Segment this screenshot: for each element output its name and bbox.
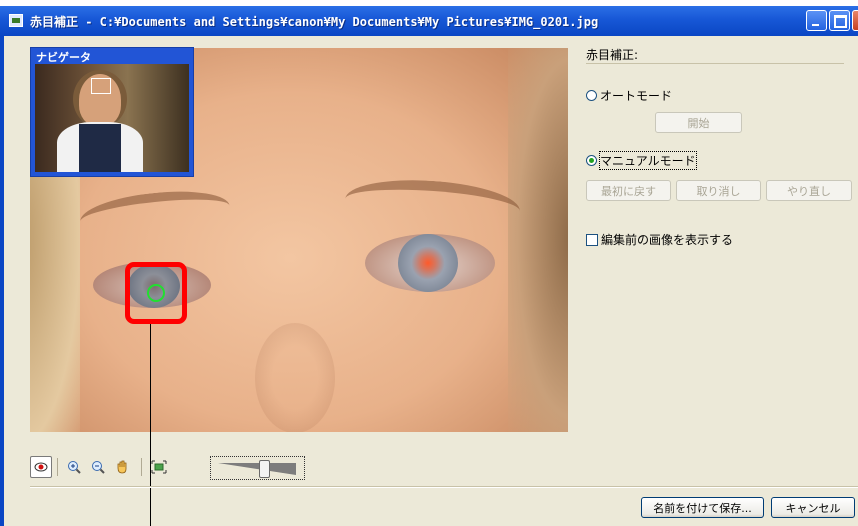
- navigator-title: ナビゲータ: [36, 51, 91, 64]
- app-image-icon: [9, 14, 23, 27]
- close-icon[interactable]: [852, 10, 858, 31]
- brush-size-slider[interactable]: [210, 456, 305, 480]
- manual-mode-label[interactable]: マニュアルモード: [599, 151, 697, 170]
- cancel-button[interactable]: キャンセル: [771, 497, 855, 518]
- red-eye-tool-icon[interactable]: [30, 456, 52, 478]
- show-original-checkbox[interactable]: [586, 233, 598, 246]
- panel-heading-rule: [586, 63, 844, 64]
- save-as-button[interactable]: 名前を付けて保存...: [641, 497, 764, 518]
- correction-target-ring[interactable]: [147, 284, 165, 302]
- thumbnail-vest: [79, 124, 121, 172]
- photo-eyebrow-left: [78, 185, 232, 242]
- navigator-thumbnail[interactable]: [35, 64, 189, 172]
- fit-to-window-icon[interactable]: [148, 456, 170, 478]
- start-button[interactable]: 開始: [655, 112, 742, 133]
- slider-thumb[interactable]: [259, 460, 270, 478]
- hand-pan-icon[interactable]: [111, 456, 133, 478]
- manual-mode-radio[interactable]: [586, 155, 597, 166]
- auto-mode-radio-row[interactable]: オートモード: [586, 87, 672, 104]
- callout-line: [150, 324, 151, 526]
- reset-button[interactable]: 最初に戻す: [586, 180, 671, 201]
- undo-button[interactable]: 取り消し: [676, 180, 761, 201]
- zoom-in-icon[interactable]: [63, 456, 85, 478]
- auto-mode-radio[interactable]: [586, 90, 597, 101]
- slider-track: [218, 463, 296, 475]
- footer-divider: [30, 486, 858, 488]
- show-original-checkbox-row[interactable]: 編集前の画像を表示する: [586, 231, 733, 248]
- photo-nose: [255, 323, 335, 432]
- auto-mode-label[interactable]: オートモード: [600, 87, 672, 104]
- window-title: 赤目補正 - C:¥Documents and Settings¥canon¥M…: [30, 15, 599, 29]
- zoom-out-icon[interactable]: [87, 456, 109, 478]
- maximize-icon[interactable]: [829, 10, 850, 31]
- panel-heading: 赤目補正:: [586, 48, 639, 62]
- show-original-label[interactable]: 編集前の画像を表示する: [601, 231, 733, 248]
- redo-button[interactable]: やり直し: [766, 180, 852, 201]
- photo-eyebrow-right: [343, 174, 522, 236]
- navigator-viewport-rect[interactable]: [91, 78, 111, 94]
- toolbar-separator: [141, 458, 142, 476]
- manual-mode-radio-row[interactable]: マニュアルモード: [586, 151, 697, 170]
- photo-iris-right: [398, 234, 458, 292]
- photo-hair-right: [508, 48, 568, 432]
- toolbar-separator: [57, 458, 58, 476]
- minimize-icon[interactable]: [806, 10, 827, 31]
- title-bar[interactable]: 赤目補正 - C:¥Documents and Settings¥canon¥M…: [0, 6, 858, 36]
- navigator-panel[interactable]: ナビゲータ: [30, 47, 194, 177]
- window-frame-left: [0, 36, 4, 526]
